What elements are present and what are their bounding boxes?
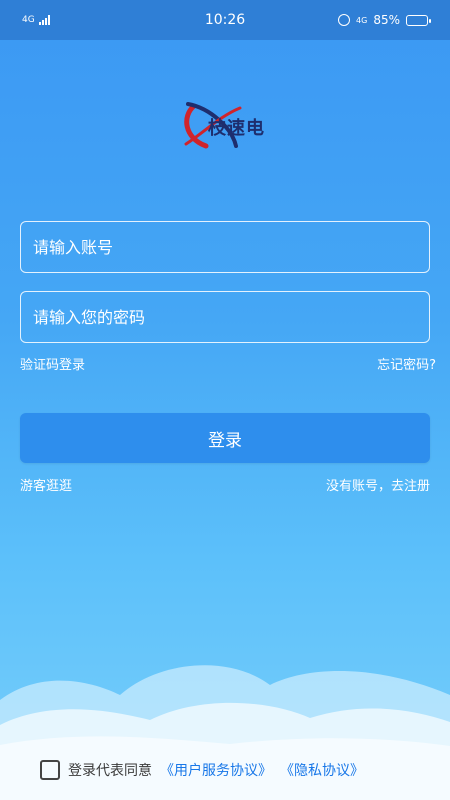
login-button[interactable]: 登录 [20,413,430,463]
logo-text: 枝速电 [208,118,265,139]
battery-icon [406,14,431,26]
password-input[interactable] [20,291,430,343]
app-logo: 枝速电 [180,98,275,153]
user-service-agreement-link[interactable]: 《用户服务协议》 [160,760,272,780]
battery-percent: 85% [373,13,400,27]
signal-indicator: 4G [22,15,50,25]
register-link[interactable]: 没有账号，去注册 [326,475,430,494]
agreement-row: 登录代表同意 《用户服务协议》 《隐私协议》 [40,760,364,780]
network-label: 4G [356,15,368,25]
signal-label: 4G [22,15,35,25]
forgot-password-link[interactable]: 忘记密码? [377,354,436,373]
sms-login-link[interactable]: 验证码登录 [20,354,85,373]
status-right: 4G 85% [338,13,431,27]
guest-link[interactable]: 游客逛逛 [20,475,72,494]
alarm-icon [338,14,351,26]
agreement-checkbox[interactable] [40,760,60,780]
signal-bars-icon [38,15,50,25]
status-bar: 4G 10:26 4G 85% [0,0,450,40]
privacy-agreement-link[interactable]: 《隐私协议》 [280,760,364,780]
agreement-prefix: 登录代表同意 [68,763,152,779]
account-input[interactable] [20,221,430,273]
